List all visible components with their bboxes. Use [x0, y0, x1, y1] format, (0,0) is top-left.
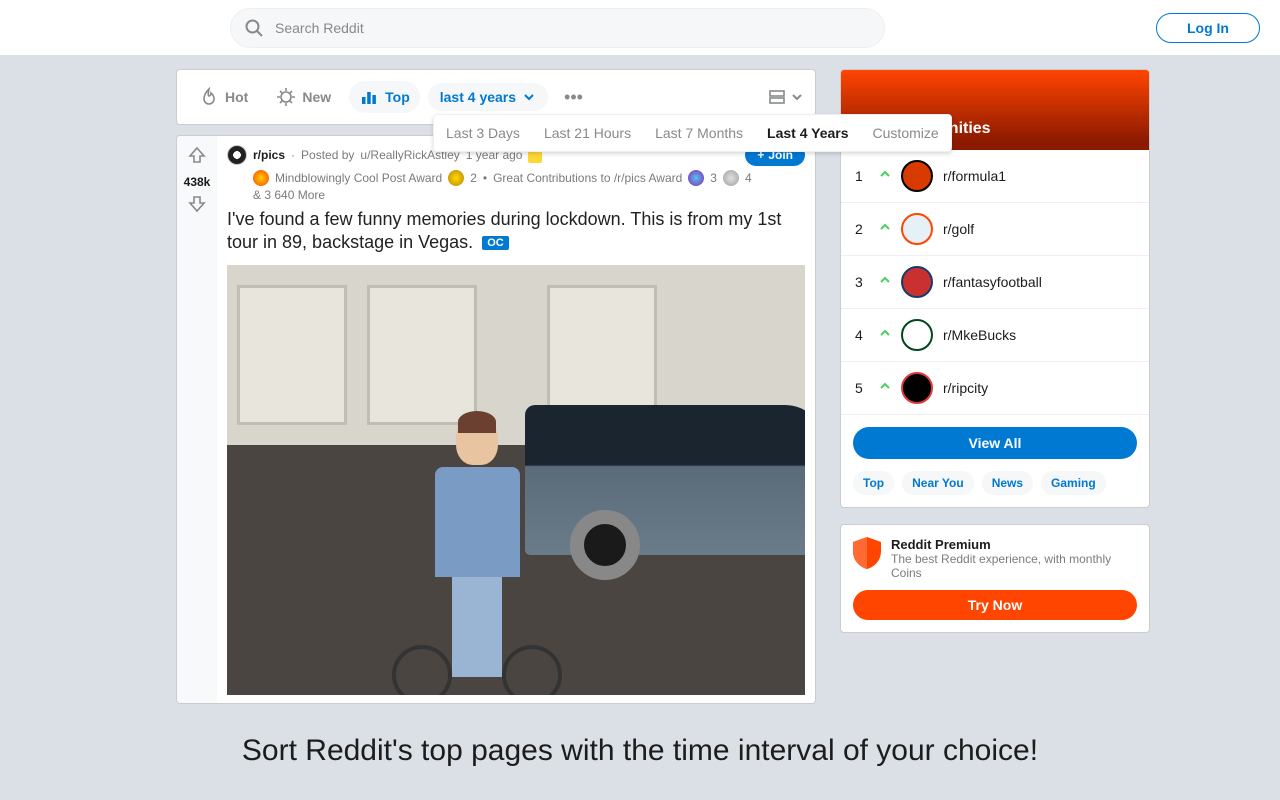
trend-up-icon — [879, 167, 891, 185]
time-opt-customize[interactable]: Customize — [861, 115, 951, 151]
search-input[interactable] — [230, 8, 885, 48]
shield-icon — [853, 537, 881, 569]
post-image[interactable] — [227, 265, 805, 695]
awards-more: & 3 640 More — [253, 188, 325, 202]
time-opt-7months[interactable]: Last 7 Months — [643, 115, 755, 151]
post-body: r/pics · Posted by u/ReallyRickAstley 1 … — [217, 136, 815, 703]
award-name: Mindblowingly Cool Post Award — [275, 171, 442, 185]
award-count: 3 — [710, 171, 717, 185]
topic-pill[interactable]: Near You — [902, 471, 974, 495]
sort-top[interactable]: Top — [349, 81, 420, 113]
search-icon — [244, 18, 264, 43]
search-wrap — [230, 8, 885, 48]
promo-tagline: Sort Reddit's top pages with the time in… — [0, 734, 1280, 768]
award-icon — [723, 170, 739, 186]
awards-more-row[interactable]: & 3 640 More — [253, 188, 805, 202]
premium-desc: The best Reddit experience, with monthly… — [891, 552, 1137, 580]
trend-up-icon — [879, 326, 891, 344]
post-card: 438k r/pics · Posted by u/ReallyRickAstl… — [176, 135, 816, 704]
community-name: r/MkeBucks — [943, 327, 1016, 343]
subreddit-avatar[interactable] — [227, 145, 247, 165]
award-count: 2 — [470, 171, 477, 185]
view-all-button[interactable]: View All — [853, 427, 1137, 459]
community-row[interactable]: 2 r/golf — [841, 203, 1149, 256]
award-sep: • — [483, 171, 487, 185]
top-bar: Log In — [0, 0, 1280, 55]
topic-pill[interactable]: Top — [853, 471, 894, 495]
subreddit-link[interactable]: r/pics — [253, 148, 285, 162]
card-view-icon — [767, 87, 787, 107]
overflow-menu[interactable]: ••• — [556, 83, 591, 112]
trend-up-icon — [879, 273, 891, 291]
community-avatar — [901, 266, 933, 298]
community-rank: 5 — [855, 380, 869, 396]
community-avatar — [901, 213, 933, 245]
community-row[interactable]: 1 r/formula1 — [841, 150, 1149, 203]
award-icon — [688, 170, 704, 186]
vote-column: 438k — [177, 136, 217, 703]
sort-hot[interactable]: Hot — [189, 81, 258, 113]
topic-pill[interactable]: News — [982, 471, 1033, 495]
community-rank: 2 — [855, 221, 869, 237]
chevron-down-icon — [791, 91, 803, 103]
community-row[interactable]: 4 r/MkeBucks — [841, 309, 1149, 362]
awards-row[interactable]: Mindblowingly Cool Post Award 2 • Great … — [253, 170, 805, 186]
trend-up-icon — [879, 220, 891, 238]
posted-by-label: Posted by — [301, 148, 354, 162]
oc-tag: OC — [482, 236, 509, 250]
time-opt-4years[interactable]: Last 4 Years — [755, 115, 860, 151]
topic-pill[interactable]: Gaming — [1041, 471, 1106, 495]
premium-title: Reddit Premium — [891, 537, 1137, 552]
trend-up-icon — [879, 379, 891, 397]
post-title[interactable]: I've found a few funny memories during l… — [227, 208, 805, 255]
award-icon — [448, 170, 464, 186]
community-avatar — [901, 160, 933, 192]
try-now-button[interactable]: Try Now — [853, 590, 1137, 620]
time-opt-3days[interactable]: Last 3 Days — [434, 115, 532, 151]
community-name: r/fantasyfootball — [943, 274, 1042, 290]
meta-dot: · — [291, 148, 295, 162]
community-rank: 3 — [855, 274, 869, 290]
sort-hot-label: Hot — [225, 89, 248, 105]
sort-new[interactable]: New — [266, 81, 341, 113]
view-toggle[interactable] — [767, 87, 803, 107]
community-rank: 4 — [855, 327, 869, 343]
vote-score: 438k — [184, 175, 211, 189]
sort-time-label: last 4 years — [440, 89, 516, 105]
community-name: r/ripcity — [943, 380, 988, 396]
premium-card: Reddit Premium The best Reddit experienc… — [840, 524, 1150, 633]
community-row[interactable]: 3 r/fantasyfootball — [841, 256, 1149, 309]
upvote-button[interactable] — [186, 144, 208, 171]
community-row[interactable]: 5 r/ripcity — [841, 362, 1149, 415]
sort-time-dropdown[interactable]: last 4 years — [428, 83, 548, 111]
downvote-button[interactable] — [186, 193, 208, 220]
login-button[interactable]: Log In — [1156, 13, 1260, 43]
sort-new-label: New — [302, 89, 331, 105]
time-opt-21hours[interactable]: Last 21 Hours — [532, 115, 643, 151]
community-name: r/formula1 — [943, 168, 1006, 184]
award-count: 4 — [745, 171, 752, 185]
topic-pills: Top Near You News Gaming — [841, 471, 1149, 507]
sort-bar: Hot New Top last 4 years ••• Last 3 Days — [176, 69, 816, 125]
sort-top-label: Top — [385, 89, 410, 105]
community-rank: 1 — [855, 168, 869, 184]
community-name: r/golf — [943, 221, 974, 237]
chevron-down-icon — [522, 90, 536, 104]
time-dropdown-menu: Last 3 Days Last 21 Hours Last 7 Months … — [433, 114, 952, 152]
community-avatar — [901, 319, 933, 351]
award-name: Great Contributions to /r/pics Award — [493, 171, 682, 185]
community-avatar — [901, 372, 933, 404]
award-icon — [253, 170, 269, 186]
